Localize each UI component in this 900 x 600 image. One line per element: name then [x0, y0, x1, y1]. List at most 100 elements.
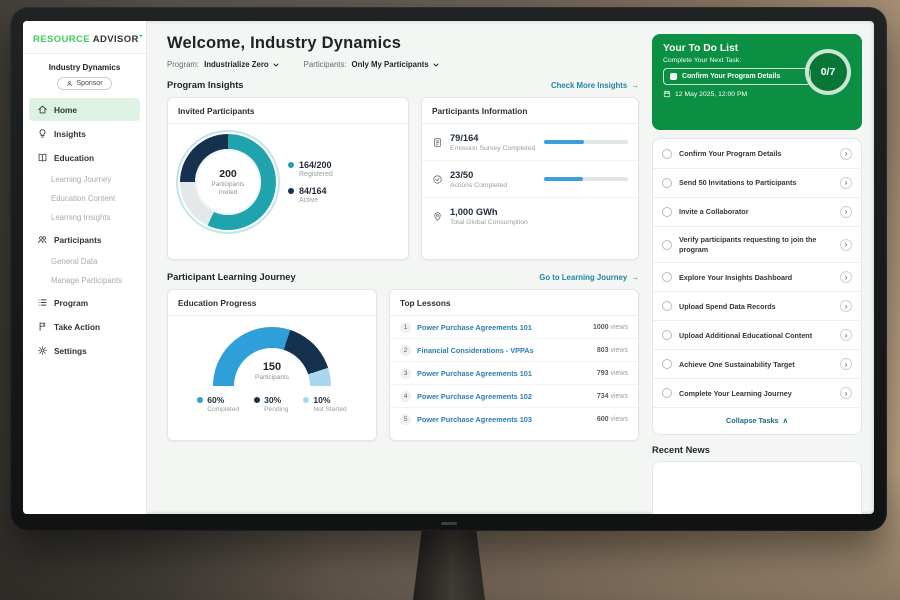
- task-row[interactable]: Verify participants requesting to join t…: [653, 227, 861, 263]
- chevron-right-icon[interactable]: ›: [840, 177, 852, 189]
- emission-progress-bar: [544, 140, 628, 144]
- lesson-row: 5 Power Purchase Agreements 103 600 view…: [390, 408, 638, 430]
- chevron-right-icon[interactable]: ›: [840, 239, 852, 251]
- lesson-link[interactable]: Power Purchase Agreements 101: [417, 369, 532, 378]
- sidebar-item-label: Settings: [54, 346, 87, 356]
- top-lessons-card: Top Lessons 1 Power Purchase Agreements …: [389, 289, 639, 441]
- sidebar-item-manage-participants[interactable]: Manage Participants: [23, 271, 146, 290]
- invited-card-title: Invited Participants: [168, 98, 408, 124]
- gear-icon: [37, 345, 48, 356]
- collapse-tasks-link[interactable]: Collapse Tasks ∧: [653, 408, 861, 433]
- program-insights-title: Program Insights: [167, 80, 243, 90]
- task-row[interactable]: Upload Spend Data Records ›: [653, 292, 861, 321]
- invited-participants-card: Invited Participants 200 Participants In…: [167, 97, 409, 260]
- lesson-link[interactable]: Power Purchase Agreements 102: [417, 392, 532, 401]
- lesson-rank: 2: [400, 345, 411, 356]
- lesson-link[interactable]: Power Purchase Agreements 103: [417, 415, 532, 424]
- legend-dot: [197, 397, 203, 403]
- chevron-right-icon[interactable]: ›: [840, 300, 852, 312]
- donut-center-value: 200: [219, 168, 237, 180]
- chevron-down-icon: [272, 61, 280, 69]
- sidebar-item-learning-insights[interactable]: Learning Insights: [23, 208, 146, 227]
- go-to-learning-journey-link[interactable]: Go to Learning Journey →: [539, 273, 639, 282]
- check-more-insights-link[interactable]: Check More Insights →: [551, 81, 639, 90]
- person-icon: [66, 80, 73, 87]
- task-checkbox[interactable]: [662, 330, 672, 340]
- gauge-center-label: Participants: [234, 374, 310, 381]
- lesson-row: 3 Power Purchase Agreements 101 793 view…: [390, 362, 638, 385]
- sidebar-item-label: Program: [54, 298, 88, 308]
- sidebar-item-insights[interactable]: Insights: [29, 122, 140, 145]
- todo-summary-card: Your To Do List Complete Your Next Task:…: [652, 34, 862, 130]
- education-progress-card: Education Progress 150 Participants: [167, 289, 377, 441]
- task-row[interactable]: Complete Your Learning Journey ›: [653, 379, 861, 408]
- page-title: Welcome, Industry Dynamics: [167, 34, 639, 53]
- dashboard-screen: RESOURCE ADVISOR+ Industry Dynamics Spon…: [23, 21, 874, 514]
- chevron-right-icon[interactable]: ›: [840, 148, 852, 160]
- power-led: [441, 522, 457, 525]
- lesson-rank: 5: [400, 414, 411, 425]
- sidebar-item-program[interactable]: Program: [29, 291, 140, 314]
- program-filter: Program: Industrialize Zero: [167, 60, 280, 69]
- org-name: Industry Dynamics: [23, 63, 146, 72]
- top-lessons-title: Top Lessons: [390, 290, 638, 316]
- arrow-right-icon: →: [631, 273, 639, 282]
- lesson-link[interactable]: Financial Considerations - VPPAs: [417, 346, 534, 355]
- sidebar-item-education-content[interactable]: Education Content: [23, 189, 146, 208]
- task-checkbox[interactable]: [662, 301, 672, 311]
- chevron-right-icon[interactable]: ›: [840, 271, 852, 283]
- insights-cards-row: Invited Participants 200 Participants In…: [167, 97, 639, 260]
- lesson-views: 600 views: [597, 416, 628, 423]
- task-checkbox[interactable]: [662, 149, 672, 159]
- legend-dot: [254, 397, 260, 403]
- task-checkbox[interactable]: [662, 359, 672, 369]
- recent-news-card: [652, 461, 862, 514]
- task-row[interactable]: Achieve One Sustainability Target ›: [653, 350, 861, 379]
- donut-center-label: Participants Invited: [205, 181, 251, 197]
- brand-logo-secondary: ADVISOR: [93, 34, 139, 45]
- next-task-row[interactable]: Confirm Your Program Details: [663, 68, 811, 85]
- lesson-row: 1 Power Purchase Agreements 101 1000 vie…: [390, 316, 638, 339]
- task-checkbox[interactable]: [662, 207, 672, 217]
- task-row[interactable]: Send 50 Invitations to Participants ›: [653, 169, 861, 198]
- sidebar-item-label: Home: [54, 105, 77, 115]
- task-row[interactable]: Confirm Your Program Details ›: [653, 140, 861, 169]
- chevron-right-icon[interactable]: ›: [840, 206, 852, 218]
- participants-select[interactable]: Only My Participants: [352, 60, 440, 69]
- learning-journey-header: Participant Learning Journey Go to Learn…: [167, 272, 639, 282]
- program-insights-header: Program Insights Check More Insights →: [167, 80, 639, 90]
- sidebar-item-take-action[interactable]: Take Action: [29, 315, 140, 338]
- chevron-right-icon[interactable]: ›: [840, 358, 852, 370]
- task-checkbox[interactable]: [662, 272, 672, 282]
- task-row[interactable]: Invite a Collaborator ›: [653, 198, 861, 227]
- task-checkbox[interactable]: [662, 240, 672, 250]
- invited-donut-chart: 200 Participants Invited: [180, 134, 276, 230]
- monitor-frame: RESOURCE ADVISOR+ Industry Dynamics Spon…: [10, 7, 887, 531]
- task-row[interactable]: Explore Your Insights Dashboard ›: [653, 263, 861, 292]
- actions-progress-bar: [544, 177, 628, 181]
- sidebar-item-general-data[interactable]: General Data: [23, 252, 146, 271]
- task-row[interactable]: Upload Additional Educational Content ›: [653, 321, 861, 350]
- lesson-link[interactable]: Power Purchase Agreements 101: [417, 323, 532, 332]
- chevron-right-icon[interactable]: ›: [840, 387, 852, 399]
- next-task-checkbox[interactable]: [670, 73, 677, 80]
- sidebar-item-settings[interactable]: Settings: [29, 339, 140, 362]
- bulb-icon: [37, 128, 48, 139]
- lesson-rank: 3: [400, 368, 411, 379]
- chevron-up-icon: ∧: [783, 416, 788, 425]
- sidebar-item-learning-journey[interactable]: Learning Journey: [23, 170, 146, 189]
- task-checkbox[interactable]: [662, 388, 672, 398]
- participants-information-card: Participants Information 79/164 Emission…: [421, 97, 639, 260]
- flag-icon: [37, 321, 48, 332]
- sidebar-item-education[interactable]: Education: [29, 146, 140, 169]
- education-progress-gauge: 150 Participants: [213, 327, 331, 386]
- legend-dot: [288, 188, 294, 194]
- chevron-right-icon[interactable]: ›: [840, 329, 852, 341]
- sidebar-item-home[interactable]: Home: [29, 98, 140, 121]
- program-select[interactable]: Industrialize Zero: [204, 60, 280, 69]
- sidebar-item-participants[interactable]: Participants: [29, 228, 140, 251]
- task-checkbox[interactable]: [662, 178, 672, 188]
- participants-filter-label: Participants:: [304, 60, 347, 69]
- list-icon: [37, 297, 48, 308]
- invited-legend: 164/200 Registered 84/164 Active: [288, 152, 333, 212]
